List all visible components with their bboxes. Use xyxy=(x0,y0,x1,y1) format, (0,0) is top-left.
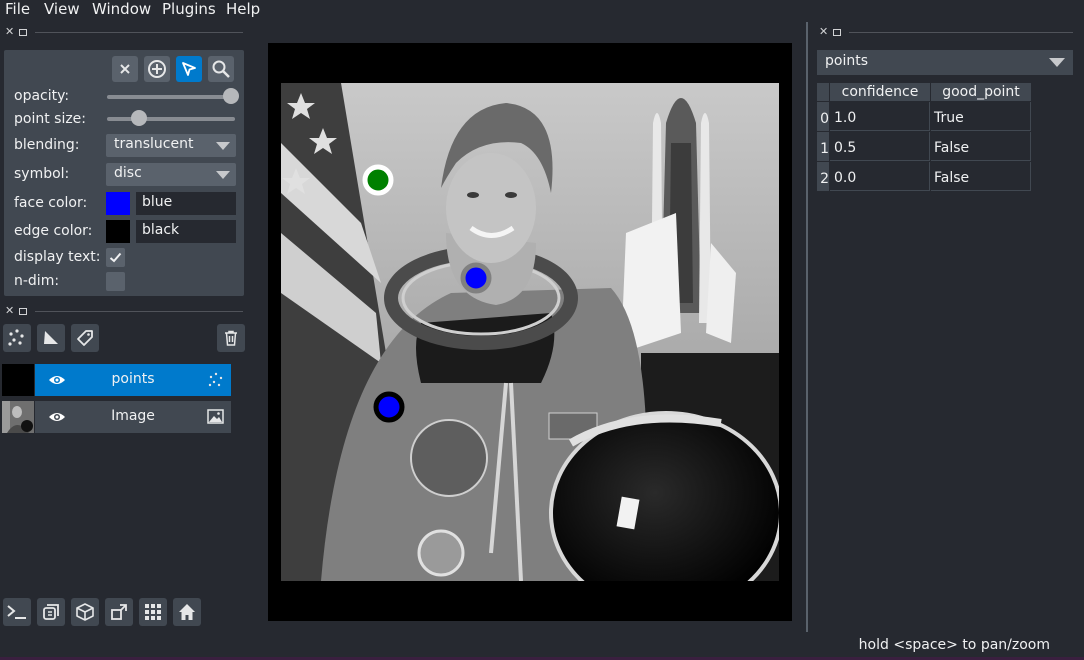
layer-controls-dock-header: ✕ xyxy=(5,26,245,40)
layer-thumbnail xyxy=(2,401,34,433)
menu-bar: File View Window Plugins Help xyxy=(0,0,1084,20)
chevron-down-icon xyxy=(1049,58,1065,67)
edge-color-value: black xyxy=(142,222,180,238)
console-icon xyxy=(7,605,26,619)
opacity-label: opacity: xyxy=(14,88,70,104)
features-dock-header: ✕ xyxy=(819,26,1075,40)
opacity-slider-handle[interactable] xyxy=(223,88,239,104)
features-layer-dropdown[interactable]: points xyxy=(817,50,1073,75)
new-labels-layer-button[interactable] xyxy=(71,324,99,352)
symbol-value: disc xyxy=(114,165,142,181)
n-dim-checkbox[interactable] xyxy=(106,272,125,291)
symbol-label: symbol: xyxy=(14,166,70,182)
close-icon[interactable]: ✕ xyxy=(5,26,14,38)
close-icon[interactable]: ✕ xyxy=(5,305,14,317)
transpose-button[interactable] xyxy=(105,598,133,626)
trash-icon xyxy=(225,330,237,346)
points-layer-icon xyxy=(208,372,223,387)
face-color-value: blue xyxy=(142,194,173,210)
grid-icon xyxy=(145,604,161,620)
features-layer-value: points xyxy=(825,53,868,69)
points-overlay xyxy=(362,164,492,423)
roll-dims-button[interactable] xyxy=(71,598,99,626)
image-layer-icon xyxy=(207,409,224,424)
layer-list-dock-header: ✕ xyxy=(5,305,245,319)
layer-name[interactable]: points xyxy=(35,371,231,387)
face-color-swatch[interactable] xyxy=(106,192,130,215)
blending-dropdown[interactable]: translucent xyxy=(106,134,236,157)
blending-value: translucent xyxy=(114,136,194,152)
float-icon[interactable] xyxy=(833,29,841,36)
table-cell[interactable]: 0.0 xyxy=(830,162,930,191)
chevron-down-icon xyxy=(216,142,230,150)
edge-color-label: edge color: xyxy=(14,223,93,239)
new-shapes-icon xyxy=(44,331,58,344)
ndisplay-button[interactable] xyxy=(37,598,65,626)
display-text-checkbox[interactable] xyxy=(106,248,125,267)
home-icon xyxy=(179,604,195,620)
table-cell[interactable]: 1.0 xyxy=(830,102,930,131)
add-points-icon xyxy=(148,60,166,78)
grid-view-button[interactable] xyxy=(139,598,167,626)
transpose-icon xyxy=(111,604,127,620)
edge-color-swatch[interactable] xyxy=(106,220,130,243)
new-labels-icon xyxy=(77,330,93,346)
point-size-label: point size: xyxy=(14,111,87,127)
delete-selected-points-button[interactable] xyxy=(112,56,138,82)
display-text-label: display text: xyxy=(14,249,101,265)
face-color-field[interactable]: blue xyxy=(136,192,236,215)
symbol-dropdown[interactable]: disc xyxy=(106,163,236,186)
new-points-layer-button[interactable] xyxy=(3,324,31,352)
pan-zoom-button[interactable] xyxy=(208,56,234,82)
menu-help[interactable]: Help xyxy=(226,0,260,18)
layer-item-points[interactable]: points xyxy=(2,364,231,396)
menu-plugins[interactable]: Plugins xyxy=(162,0,216,18)
select-points-button[interactable] xyxy=(176,56,202,82)
table-cell[interactable]: False xyxy=(931,132,1031,161)
menu-window[interactable]: Window xyxy=(92,0,151,18)
layer-item-image[interactable]: Image xyxy=(2,401,231,433)
point-marker[interactable] xyxy=(460,262,492,294)
float-icon[interactable] xyxy=(19,29,27,36)
new-points-icon xyxy=(8,329,24,346)
point-size-slider[interactable] xyxy=(107,117,235,121)
delete-layer-button[interactable] xyxy=(217,324,245,352)
float-icon[interactable] xyxy=(19,308,27,315)
table-cell[interactable]: 0.5 xyxy=(830,132,930,161)
checkmark-icon xyxy=(109,252,122,263)
reset-view-button[interactable] xyxy=(173,598,201,626)
row-index: 1 xyxy=(817,132,829,161)
select-points-icon xyxy=(182,62,196,76)
new-shapes-layer-button[interactable] xyxy=(37,324,65,352)
table-cell[interactable]: False xyxy=(931,162,1031,191)
table-cell[interactable]: True xyxy=(931,102,1031,131)
point-marker[interactable] xyxy=(373,391,405,423)
roll-dims-icon xyxy=(76,603,94,621)
menu-file[interactable]: File xyxy=(5,0,30,18)
ndisplay-icon xyxy=(43,604,59,620)
edge-color-field[interactable]: black xyxy=(136,220,236,243)
menu-view[interactable]: View xyxy=(44,0,80,18)
delete-selected-icon xyxy=(120,64,130,74)
row-index: 2 xyxy=(817,162,829,191)
status-bar-text: hold <space> to pan/zoom xyxy=(858,637,1050,653)
column-header-confidence[interactable]: confidence xyxy=(830,83,930,101)
n-dim-label: n-dim: xyxy=(14,273,60,289)
add-points-button[interactable] xyxy=(144,56,170,82)
layer-controls-panel: opacity: point size: blending: transluce… xyxy=(4,50,244,296)
console-button[interactable] xyxy=(3,598,31,626)
point-marker[interactable] xyxy=(362,164,394,196)
layer-thumbnail xyxy=(2,364,34,396)
close-icon[interactable]: ✕ xyxy=(819,26,828,38)
chevron-down-icon xyxy=(216,171,230,179)
row-index: 0 xyxy=(817,102,829,131)
opacity-slider[interactable] xyxy=(107,95,235,99)
dock-splitter[interactable] xyxy=(806,22,808,632)
point-size-slider-handle[interactable] xyxy=(130,110,147,126)
blending-label: blending: xyxy=(14,137,80,153)
column-header-good-point[interactable]: good_point xyxy=(931,83,1031,101)
face-color-label: face color: xyxy=(14,195,88,211)
pan-zoom-icon xyxy=(212,60,230,78)
layer-name[interactable]: Image xyxy=(35,408,231,424)
